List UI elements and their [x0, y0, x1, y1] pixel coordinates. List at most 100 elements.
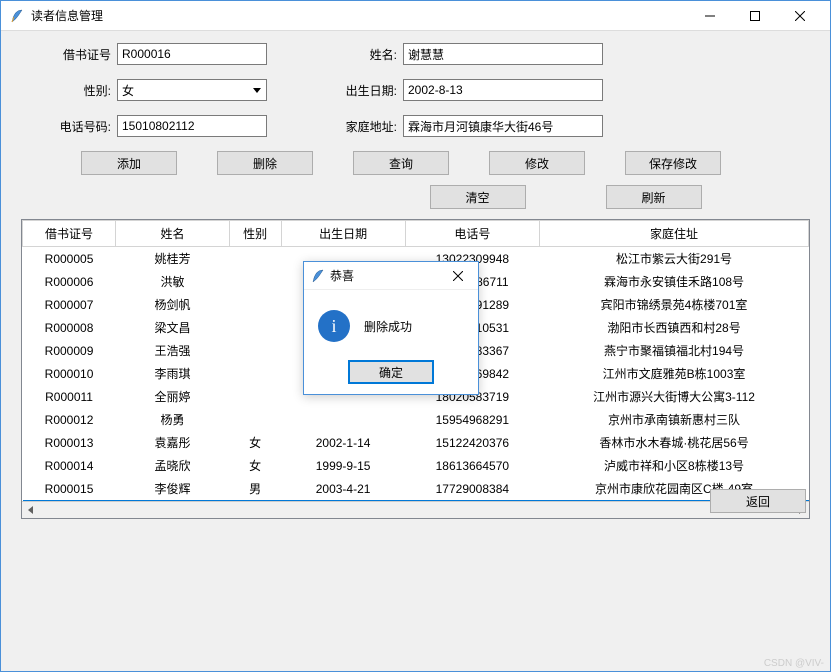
- table-cell: 霖海市永安镇佳禾路108号: [540, 270, 809, 293]
- table-cell: R000013: [23, 431, 116, 454]
- query-button[interactable]: 查询: [353, 151, 449, 175]
- table-cell: 江州市文庭雅苑B栋1003室: [540, 362, 809, 385]
- table-header[interactable]: 姓名: [116, 221, 230, 247]
- phone-input[interactable]: [117, 115, 267, 137]
- dialog-titlebar: 恭喜: [304, 262, 478, 290]
- dialog-body: i 删除成功: [304, 290, 478, 350]
- table-header[interactable]: 电话号: [405, 221, 539, 247]
- table-row[interactable]: R000012杨勇15954968291京州市承南镇新惠村三队: [23, 408, 809, 431]
- table-cell: 李雨琪: [116, 362, 230, 385]
- dialog-footer: 确定: [304, 350, 478, 394]
- table-cell: 江州市源兴大街博大公寓3-112: [540, 385, 809, 408]
- card-no-input[interactable]: [117, 43, 267, 65]
- table-cell: 渤阳市长西镇西和村28号: [540, 316, 809, 339]
- horizontal-scrollbar[interactable]: [22, 501, 809, 518]
- birth-label: 出生日期:: [337, 82, 397, 99]
- info-icon: i: [318, 310, 350, 342]
- scroll-left-button[interactable]: [22, 502, 39, 519]
- table-cell: 1999-9-15: [281, 454, 405, 477]
- table-cell: 孟晓欣: [116, 454, 230, 477]
- table-cell: [229, 316, 281, 339]
- titlebar: 读者信息管理: [1, 1, 830, 31]
- table-cell: [229, 293, 281, 316]
- table-cell: 梁文昌: [116, 316, 230, 339]
- table-row[interactable]: R000014孟晓欣女1999-9-1518613664570泸威市祥和小区8栋…: [23, 454, 809, 477]
- table-cell: 香林市水木春城·桃花居56号: [540, 431, 809, 454]
- table-cell: 松江市紫云大街291号: [540, 247, 809, 271]
- table-cell: R000009: [23, 339, 116, 362]
- phone-label: 电话号码:: [31, 118, 111, 135]
- back-button[interactable]: 返回: [710, 489, 806, 513]
- table-cell: 全丽婷: [116, 385, 230, 408]
- watermark: CSDN @VIV-: [764, 658, 824, 669]
- window-title: 读者信息管理: [31, 7, 687, 24]
- table-cell: R000012: [23, 408, 116, 431]
- table-cell: [229, 385, 281, 408]
- clear-button[interactable]: 清空: [430, 185, 526, 209]
- scroll-thumb[interactable]: [39, 502, 792, 518]
- modify-button[interactable]: 修改: [489, 151, 585, 175]
- table-cell: 宾阳市锦绣景苑4栋楼701室: [540, 293, 809, 316]
- table-cell: 洪敏: [116, 270, 230, 293]
- table-header[interactable]: 性别: [229, 221, 281, 247]
- address-input[interactable]: [403, 115, 603, 137]
- table-cell: [229, 270, 281, 293]
- table-cell: [281, 408, 405, 431]
- table-cell: 京州市承南镇新惠村三队: [540, 408, 809, 431]
- table-row[interactable]: R000013袁嘉彤女2002-1-1415122420376香林市水木春城·桃…: [23, 431, 809, 454]
- refresh-button[interactable]: 刷新: [606, 185, 702, 209]
- table-cell: 17729008384: [405, 477, 539, 500]
- delete-button[interactable]: 删除: [217, 151, 313, 175]
- table-cell: R000008: [23, 316, 116, 339]
- table-row[interactable]: R000015李俊辉男2003-4-2117729008384京州市康欣花园南区…: [23, 477, 809, 500]
- table-cell: [229, 339, 281, 362]
- dialog-title: 恭喜: [330, 267, 444, 284]
- dialog-close-button[interactable]: [444, 264, 472, 288]
- table-cell: 18613664570: [405, 454, 539, 477]
- table-cell: R000007: [23, 293, 116, 316]
- birth-input[interactable]: [403, 79, 603, 101]
- table-cell: 袁嘉彤: [116, 431, 230, 454]
- table-cell: R000005: [23, 247, 116, 271]
- table-cell: [229, 247, 281, 271]
- name-label: 姓名:: [337, 46, 397, 63]
- app-icon: [9, 8, 25, 24]
- table-header[interactable]: 借书证号: [23, 221, 116, 247]
- table-cell: R000011: [23, 385, 116, 408]
- table-cell: R000010: [23, 362, 116, 385]
- table-cell: 2002-1-14: [281, 431, 405, 454]
- dialog-app-icon: [310, 268, 326, 284]
- save-modify-button[interactable]: 保存修改: [625, 151, 721, 175]
- window-controls: [687, 2, 822, 30]
- dialog-ok-button[interactable]: 确定: [348, 360, 434, 384]
- add-button[interactable]: 添加: [81, 151, 177, 175]
- gender-combobox[interactable]: [117, 79, 267, 101]
- table-cell: 泸威市祥和小区8栋楼13号: [540, 454, 809, 477]
- table-cell: 2003-4-21: [281, 477, 405, 500]
- minimize-button[interactable]: [687, 2, 732, 30]
- table-cell: R000014: [23, 454, 116, 477]
- table-cell: 15954968291: [405, 408, 539, 431]
- table-cell: 女: [229, 454, 281, 477]
- table-header[interactable]: 出生日期: [281, 221, 405, 247]
- card-no-label: 借书证号: [31, 46, 111, 63]
- table-cell: 姚桂芳: [116, 247, 230, 271]
- main-window: 读者信息管理 借书证号 姓名: 性别:: [0, 0, 831, 672]
- table-cell: [229, 362, 281, 385]
- table-cell: [229, 408, 281, 431]
- table-cell: R000006: [23, 270, 116, 293]
- dialog-message: 删除成功: [364, 318, 412, 335]
- table-cell: 燕宁市聚福镇福北村194号: [540, 339, 809, 362]
- table-cell: 王浩强: [116, 339, 230, 362]
- close-button[interactable]: [777, 2, 822, 30]
- maximize-button[interactable]: [732, 2, 777, 30]
- info-dialog: 恭喜 i 删除成功 确定: [303, 261, 479, 395]
- table-header[interactable]: 家庭住址: [540, 221, 809, 247]
- address-label: 家庭地址:: [337, 118, 397, 135]
- footer: 返回: [710, 489, 806, 513]
- table-cell: 男: [229, 477, 281, 500]
- table-cell: R000015: [23, 477, 116, 500]
- name-input[interactable]: [403, 43, 603, 65]
- table-cell: 女: [229, 431, 281, 454]
- gender-label: 性别:: [31, 82, 111, 99]
